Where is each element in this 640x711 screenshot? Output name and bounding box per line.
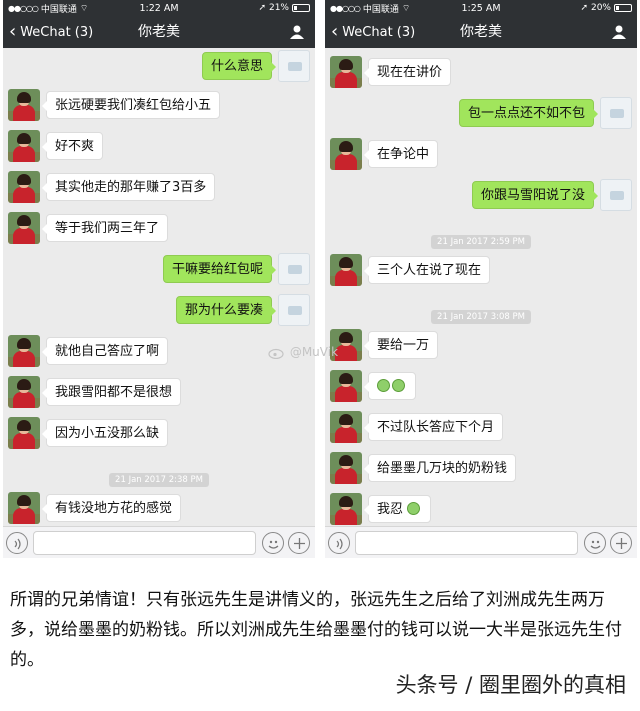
message-row: 我忍 (325, 493, 637, 525)
avatar[interactable] (8, 376, 40, 408)
avatar[interactable] (8, 130, 40, 162)
message-bubble[interactable]: 我跟雪阳都不是很想 (41, 378, 182, 406)
avatar[interactable] (278, 253, 310, 285)
battery-icon (292, 4, 310, 12)
battery-icon (614, 4, 632, 12)
chat-title: 你老美 (460, 24, 502, 40)
chat-screen-right: ●●○○○ 中国联通 ⌔ 1:25 AM ➚ 20% ‹ WeChat (3) 你老美 … (325, 0, 637, 558)
message-bubble[interactable]: 等于我们两三年了 (41, 214, 169, 242)
message-bubble[interactable]: 张远硬要我们凑红包给小五 (41, 91, 221, 119)
status-bar: ●●○○○ 中国联通 ⌔ 1:25 AM ➚ 20% (325, 0, 637, 16)
avatar[interactable] (8, 89, 40, 121)
avatar[interactable] (8, 492, 40, 524)
timestamp: 21 Jan 2017 3:08 PM (325, 304, 637, 324)
input-bar (3, 526, 315, 558)
message-bubble[interactable]: 不过队长答应下个月 (363, 413, 504, 441)
message-bubble[interactable]: 其实他走的那年赚了3百多 (41, 173, 216, 201)
avatar[interactable] (330, 411, 362, 443)
frog-emoji-icon (392, 379, 405, 392)
message-row: 三个人在说了现在 (325, 254, 637, 286)
message-bubble[interactable]: 因为小五没那么缺 (41, 419, 169, 447)
message-bubble[interactable]: 有钱没地方花的感觉 (41, 494, 182, 522)
weibo-watermark: @MuVik (268, 345, 338, 359)
nav-bar: ‹ WeChat (3) 你老美 (325, 16, 637, 48)
message-row (325, 370, 637, 402)
message-row: 什么意思 (3, 50, 315, 82)
message-bubble[interactable]: 在争论中 (363, 140, 439, 168)
message-row: 我跟雪阳都不是很想 (3, 376, 315, 408)
message-row: 要给一万 (325, 329, 637, 361)
voice-icon[interactable] (328, 532, 350, 554)
avatar[interactable] (278, 294, 310, 326)
avatar[interactable] (8, 417, 40, 449)
message-row: 等于我们两三年了 (3, 212, 315, 244)
message-row: 现在在讲价 (325, 56, 637, 88)
timestamp: 21 Jan 2017 2:38 PM (3, 467, 315, 487)
message-bubble[interactable]: 给墨墨几万块的奶粉钱 (363, 454, 517, 482)
avatar[interactable] (330, 56, 362, 88)
plus-icon[interactable] (610, 532, 632, 554)
message-bubble[interactable]: 要给一万 (363, 331, 439, 359)
status-time: 1:22 AM (139, 2, 179, 14)
message-bubble[interactable]: 包一点点还不如不包 (458, 99, 599, 127)
emoji-icon[interactable] (584, 532, 606, 554)
avatar[interactable] (8, 171, 40, 203)
avatar[interactable] (330, 254, 362, 286)
emoji-icon[interactable] (262, 532, 284, 554)
input-bar (325, 526, 637, 558)
message-row: 给墨墨几万块的奶粉钱 (325, 452, 637, 484)
emoji-bubble[interactable] (364, 372, 416, 400)
message-row: 你跟马雪阳说了没 (325, 179, 637, 211)
timestamp: 21 Jan 2017 2:59 PM (325, 229, 637, 249)
person-icon[interactable] (289, 24, 305, 40)
status-time: 1:25 AM (461, 2, 501, 14)
message-row: 好不爽 (3, 130, 315, 162)
person-icon[interactable] (611, 24, 627, 40)
message-row: 因为小五没那么缺 (3, 417, 315, 449)
voice-icon[interactable] (6, 532, 28, 554)
plus-icon[interactable] (288, 532, 310, 554)
message-bubble[interactable]: 什么意思 (201, 52, 277, 80)
chat-screen-left: ●●○○○ 中国联通 ⌔ 1:22 AM ➚ 21% ‹ WeChat (3) 你老美 … (3, 0, 315, 558)
source-footer: 头条号 / 圈里圈外的真相 (395, 673, 626, 697)
avatar[interactable] (330, 493, 362, 525)
message-bubble[interactable]: 那为什么要凑 (175, 296, 277, 324)
message-bubble[interactable]: 就他自己答应了啊 (41, 337, 169, 365)
message-row: 在争论中 (325, 138, 637, 170)
message-row: 那为什么要凑 (3, 294, 315, 326)
avatar[interactable] (278, 50, 310, 82)
chat-title: 你老美 (138, 24, 180, 40)
avatar[interactable] (330, 370, 362, 402)
message-row: 其实他走的那年赚了3百多 (3, 171, 315, 203)
message-bubble[interactable]: 现在在讲价 (363, 58, 452, 86)
frog-emoji-icon (407, 502, 421, 515)
avatar[interactable] (8, 335, 40, 367)
message-row: 包一点点还不如不包 (325, 97, 637, 129)
avatar[interactable] (8, 212, 40, 244)
caption-text: 所谓的兄弟情谊！只有张远先生是讲情义的，张远先生之后给了刘洲成先生两万多，说给墨… (10, 590, 622, 670)
message-bubble[interactable]: 你跟马雪阳说了没 (471, 181, 599, 209)
message-row: 不过队长答应下个月 (325, 411, 637, 443)
avatar[interactable] (330, 138, 362, 170)
status-bar: ●●○○○ 中国联通 ⌔ 1:22 AM ➚ 21% (3, 0, 315, 16)
message-bubble[interactable]: 我忍 (363, 495, 432, 523)
avatar[interactable] (330, 452, 362, 484)
frog-emoji-icon (377, 379, 390, 392)
message-input[interactable] (355, 531, 578, 555)
avatar[interactable] (600, 179, 632, 211)
weibo-logo-icon (268, 348, 284, 359)
nav-bar: ‹ WeChat (3) 你老美 (3, 16, 315, 48)
message-row: 干嘛要给红包呢 (3, 253, 315, 285)
message-bubble[interactable]: 好不爽 (41, 132, 104, 160)
message-row: 张远硬要我们凑红包给小五 (3, 89, 315, 121)
message-input[interactable] (33, 531, 256, 555)
message-row: 有钱没地方花的感觉 (3, 492, 315, 524)
avatar[interactable] (600, 97, 632, 129)
message-bubble[interactable]: 三个人在说了现在 (363, 256, 491, 284)
message-bubble[interactable]: 干嘛要给红包呢 (162, 255, 277, 283)
